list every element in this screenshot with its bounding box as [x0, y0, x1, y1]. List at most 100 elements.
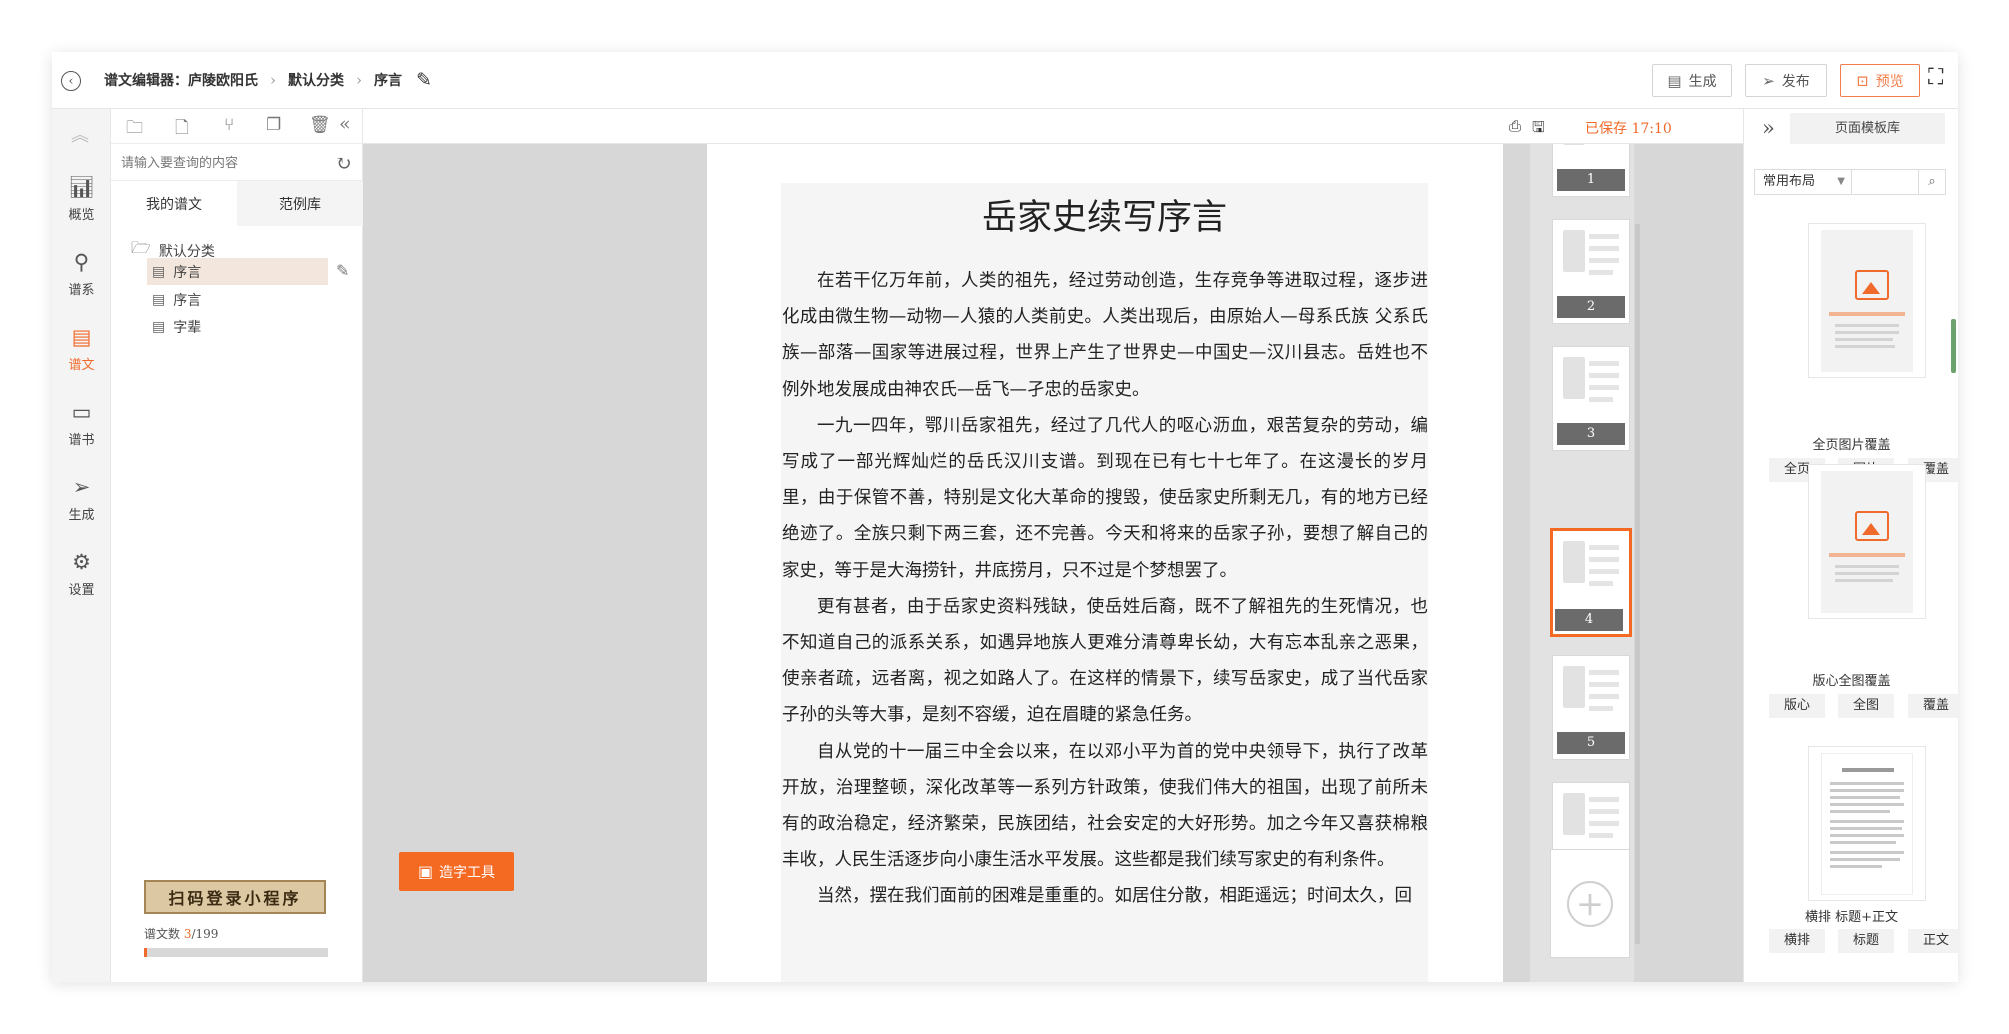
- print-icon[interactable]: ⎙: [1509, 117, 1521, 135]
- save-icon[interactable]: 🖫︎: [1532, 117, 1545, 142]
- chevron-right-icon: ›: [270, 71, 276, 89]
- breadcrumb-category[interactable]: 默认分类: [288, 70, 344, 90]
- breadcrumb: 谱文编辑器：庐陵欧阳氏 › 默认分类 › 序言 ✎: [104, 69, 432, 91]
- publish-button[interactable]: ➢ 发布: [1745, 64, 1827, 97]
- document-icon: ▤: [152, 263, 166, 280]
- page-thumbnail[interactable]: 1: [1552, 144, 1630, 197]
- file-search-bar: ↻: [111, 143, 363, 181]
- new-file-icon[interactable]: 🗋︎: [175, 115, 189, 144]
- document-paragraph[interactable]: 自从党的十一届三中全会以来，在以邓小平为首的党中央领导下，执行了改革开放，治理整…: [781, 734, 1428, 879]
- char-tool-button[interactable]: ▣ 造字工具: [399, 852, 514, 891]
- book-icon: ▭: [71, 400, 92, 424]
- plus-icon: +: [1567, 880, 1613, 927]
- template-option[interactable]: 标题: [1838, 929, 1894, 953]
- layout-select-value: 常用布局: [1763, 174, 1816, 189]
- template-title: 页面模板库: [1790, 113, 1945, 144]
- add-page-button[interactable]: +: [1550, 849, 1630, 958]
- generate-button[interactable]: ▤ 生成: [1652, 64, 1732, 97]
- nav-articles[interactable]: ▤ 谱文: [52, 324, 111, 384]
- document-paragraph[interactable]: 更有甚者，由于岳家史资料残缺，使岳姓后裔，既不了解祖先的生死情况，也不知道自己的…: [781, 589, 1428, 734]
- editor-toolbar: ⎙ 🖫︎ 已保存 17:10: [363, 109, 1743, 144]
- preview-title: [1842, 768, 1894, 772]
- file-item[interactable]: ▤ 字辈: [147, 313, 328, 340]
- preview-button[interactable]: ⊡ 预览: [1840, 64, 1920, 97]
- document-body[interactable]: 岳家史续写序言 在若干亿万年前，人类的祖先，经过劳动创造，生存竞争等进取过程，逐…: [781, 183, 1428, 982]
- template-option[interactable]: 横排: [1769, 929, 1825, 953]
- template-card[interactable]: [1808, 746, 1926, 901]
- thumbnail-scrollbar[interactable]: [1635, 224, 1640, 944]
- template-option[interactable]: 全图: [1838, 694, 1894, 718]
- document-icon: ▤: [71, 325, 92, 349]
- page-thumbnail-active[interactable]: 4: [1550, 528, 1632, 637]
- edit-title-icon[interactable]: ✎: [416, 69, 432, 91]
- template-card[interactable]: [1808, 464, 1926, 619]
- template-option[interactable]: 正文: [1908, 929, 1958, 953]
- page-thumbnail[interactable]: 3: [1552, 346, 1630, 451]
- document-paragraph[interactable]: 当然，摆在我们面前的困难是重重的。如居住分散，相距遥远；时间太久，回: [781, 878, 1428, 914]
- branch-icon[interactable]: ⑂: [224, 115, 234, 135]
- refresh-icon[interactable]: ↻: [335, 151, 352, 175]
- article-count: 谱文数 3/199: [144, 925, 218, 942]
- template-preview: [1821, 230, 1913, 372]
- search-icon[interactable]: ⌕: [1918, 170, 1945, 194]
- back-button[interactable]: ‹: [61, 71, 81, 91]
- file-item[interactable]: ▤ 序言: [147, 258, 328, 285]
- template-search-input[interactable]: [1852, 170, 1918, 194]
- thumb-number: 2: [1557, 296, 1625, 318]
- copy-icon[interactable]: ❐: [266, 115, 281, 135]
- thumb-line: [1589, 833, 1613, 838]
- nav-overview-label: 概览: [68, 208, 95, 223]
- thumb-line: [1589, 670, 1619, 675]
- template-option[interactable]: 覆盖: [1908, 694, 1958, 718]
- image-upload-icon: [1855, 511, 1889, 541]
- template-preview: [1821, 471, 1913, 613]
- collapse-left-icon[interactable]: «: [339, 113, 351, 135]
- document-icon: ▤: [152, 291, 166, 308]
- thumb-figure: [1563, 230, 1585, 272]
- collapse-right-icon[interactable]: »: [1762, 116, 1775, 140]
- pencil-icon[interactable]: ✎: [336, 261, 349, 280]
- document-paragraph[interactable]: 在若干亿万年前，人类的祖先，经过劳动创造，生存竞争等进取过程，逐步进化成由微生物…: [781, 263, 1428, 408]
- preview-line: [1830, 827, 1902, 830]
- layout-select[interactable]: 常用布局 ▼: [1754, 169, 1852, 195]
- breadcrumb-editor[interactable]: 谱文编辑器：庐陵欧阳氏: [104, 70, 258, 90]
- fullscreen-icon[interactable]: ⛶: [1928, 67, 1943, 89]
- page-thumbnail[interactable]: 5: [1552, 655, 1630, 760]
- nav-lineage[interactable]: ⚲ 谱系: [52, 249, 111, 309]
- preview-caption: [1829, 553, 1905, 557]
- thumb-line: [1589, 545, 1619, 550]
- preview-line: [1830, 841, 1896, 844]
- preview-line: [1830, 851, 1904, 854]
- preview-icon: ⊡: [1856, 71, 1869, 90]
- page-thumbnail[interactable]: 2: [1552, 219, 1630, 324]
- document-gear-icon: ▤: [1667, 71, 1682, 90]
- top-header: ‹ 谱文编辑器：庐陵欧阳氏 › 默认分类 › 序言 ✎ ▤ 生成 ➢ 发布 ⊡ …: [52, 52, 1958, 109]
- file-search-input[interactable]: [121, 152, 321, 174]
- preview-line: [1835, 345, 1895, 348]
- collapse-up-icon[interactable]: ︽: [71, 121, 89, 147]
- nav-generate[interactable]: ➢ 生成: [52, 474, 111, 534]
- thumb-figure: [1563, 666, 1585, 708]
- preview-line: [1835, 579, 1893, 582]
- template-scrollbar[interactable]: [1951, 319, 1956, 373]
- trash-icon[interactable]: 🗑︎: [309, 115, 331, 135]
- nav-books[interactable]: ▭ 谱书: [52, 399, 111, 459]
- tab-my-articles[interactable]: 我的谱文: [111, 181, 237, 226]
- file-item-label: 序言: [173, 292, 202, 309]
- template-option[interactable]: 版心: [1769, 694, 1825, 718]
- article-count-total: /199: [191, 927, 219, 941]
- template-card[interactable]: [1808, 223, 1926, 378]
- file-item[interactable]: ▤ 序言: [147, 286, 328, 313]
- new-folder-icon[interactable]: 🗀︎: [126, 115, 143, 144]
- nav-settings[interactable]: ⚙ 设置: [52, 549, 111, 609]
- template-search: ⌕: [1851, 169, 1946, 195]
- tab-examples[interactable]: 范例库: [237, 181, 363, 226]
- document-paragraph[interactable]: 一九一四年，鄂川岳家祖先，经过了几代人的呕心沥血，艰苦复杂的劳动，编写成了一部光…: [781, 408, 1428, 589]
- preview-line: [1835, 565, 1899, 568]
- thumb-line: [1589, 821, 1619, 826]
- document-icon: ▤: [152, 318, 166, 335]
- document-title[interactable]: 岳家史续写序言: [781, 193, 1428, 263]
- nav-overview[interactable]: 📊︎ 概览: [52, 174, 111, 234]
- qr-login-banner[interactable]: 扫码登录小程序: [144, 880, 326, 914]
- preview-caption: [1829, 312, 1905, 316]
